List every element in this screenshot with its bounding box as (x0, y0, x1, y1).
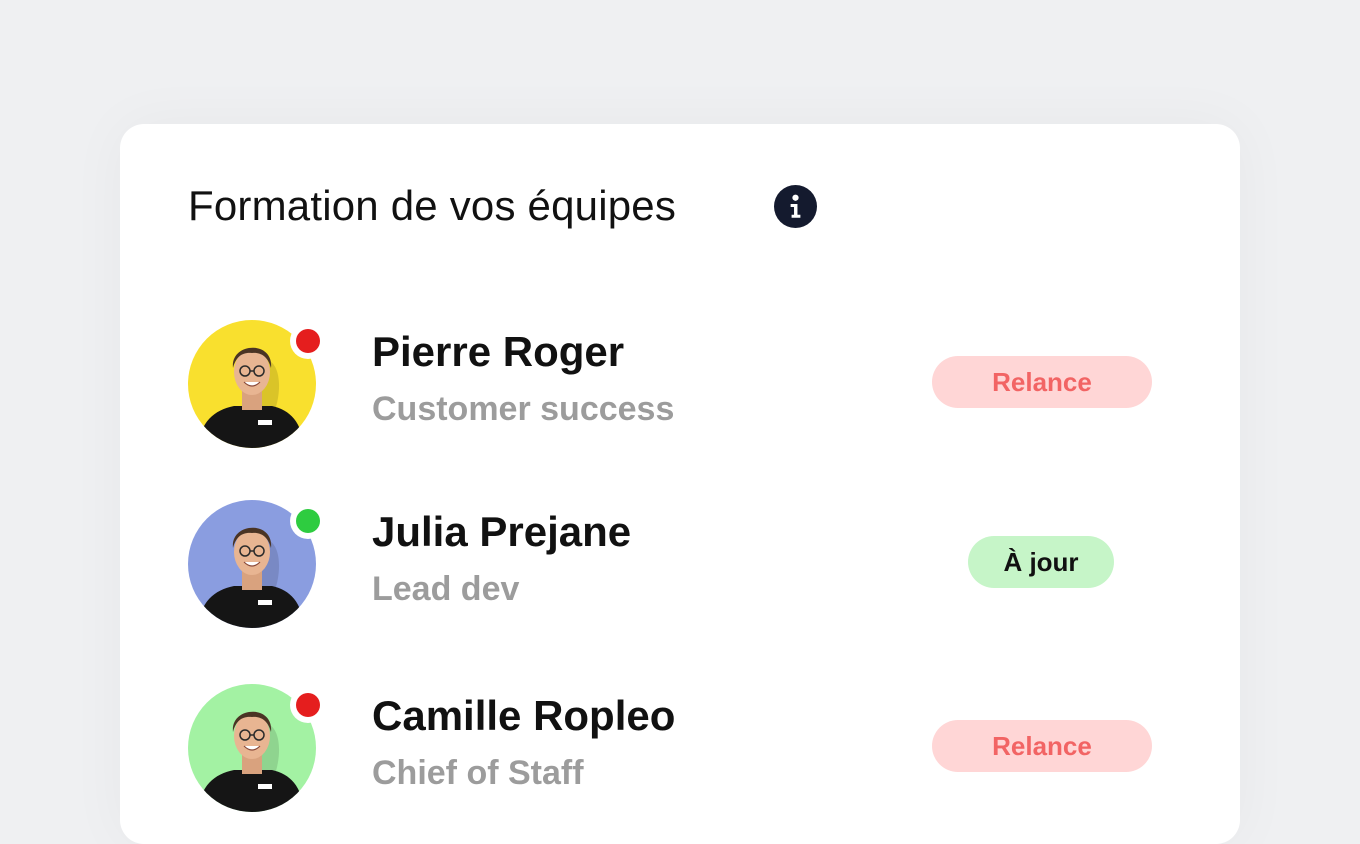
team-training-card: Formation de vos équipes Pierre Roger Cu… (120, 124, 1240, 844)
member-role: Lead dev (372, 570, 520, 608)
member-name: Julia Prejane (372, 508, 632, 555)
info-icon[interactable] (774, 185, 817, 228)
status-indicator (290, 323, 326, 359)
team-member-row: Julia Prejane Lead dev À jour (120, 500, 1240, 640)
up-to-date-badge: À jour (968, 536, 1114, 588)
member-name: Pierre Roger (372, 328, 625, 375)
status-indicator (290, 687, 326, 723)
member-name: Camille Ropleo (372, 692, 676, 739)
team-member-row: Pierre Roger Customer success Relance (120, 320, 1240, 460)
member-role: Customer success (372, 390, 675, 428)
status-indicator (290, 503, 326, 539)
member-role: Chief of Staff (372, 754, 584, 792)
relance-button[interactable]: Relance (932, 720, 1152, 772)
team-member-row: Camille Ropleo Chief of Staff Relance (120, 684, 1240, 824)
relance-button[interactable]: Relance (932, 356, 1152, 408)
card-title: Formation de vos équipes (188, 182, 677, 229)
